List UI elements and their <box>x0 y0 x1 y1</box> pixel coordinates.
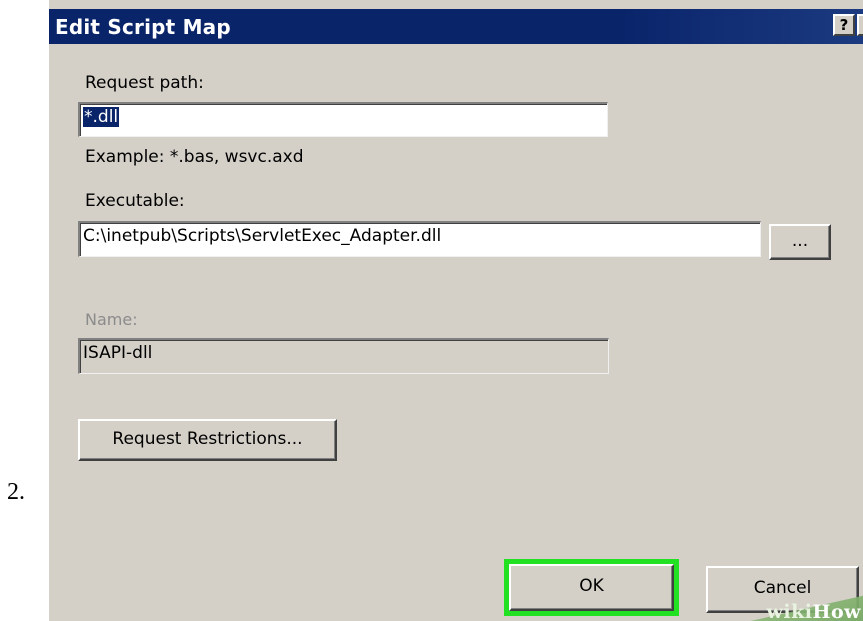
browse-button[interactable]: ... <box>769 224 831 260</box>
name-label: Name: <box>85 310 138 329</box>
request-path-example: Example: *.bas, wsvc.axd <box>85 147 304 167</box>
step-number: 2. <box>7 479 25 505</box>
request-restrictions-button[interactable]: Request Restrictions... <box>78 419 337 461</box>
name-field: ISAPI-dll <box>78 338 609 374</box>
request-path-value: *.dll <box>83 107 120 127</box>
request-path-input[interactable]: *.dll <box>78 102 608 137</box>
executable-label: Executable: <box>85 191 185 211</box>
close-button[interactable]: × <box>857 14 863 36</box>
wikihow-watermark-text: wikiHow <box>766 601 861 621</box>
ok-button[interactable]: OK <box>509 564 674 611</box>
edit-script-map-dialog: Edit Script Map ? × Request path: *.dll … <box>49 0 863 621</box>
request-path-label: Request path: <box>85 73 204 93</box>
help-button[interactable]: ? <box>833 14 855 36</box>
title-bar[interactable]: Edit Script Map ? × <box>49 9 863 44</box>
dialog-title: Edit Script Map <box>55 15 231 39</box>
executable-input[interactable]: C:\inetpub\Scripts\ServletExec_Adapter.d… <box>78 221 761 257</box>
